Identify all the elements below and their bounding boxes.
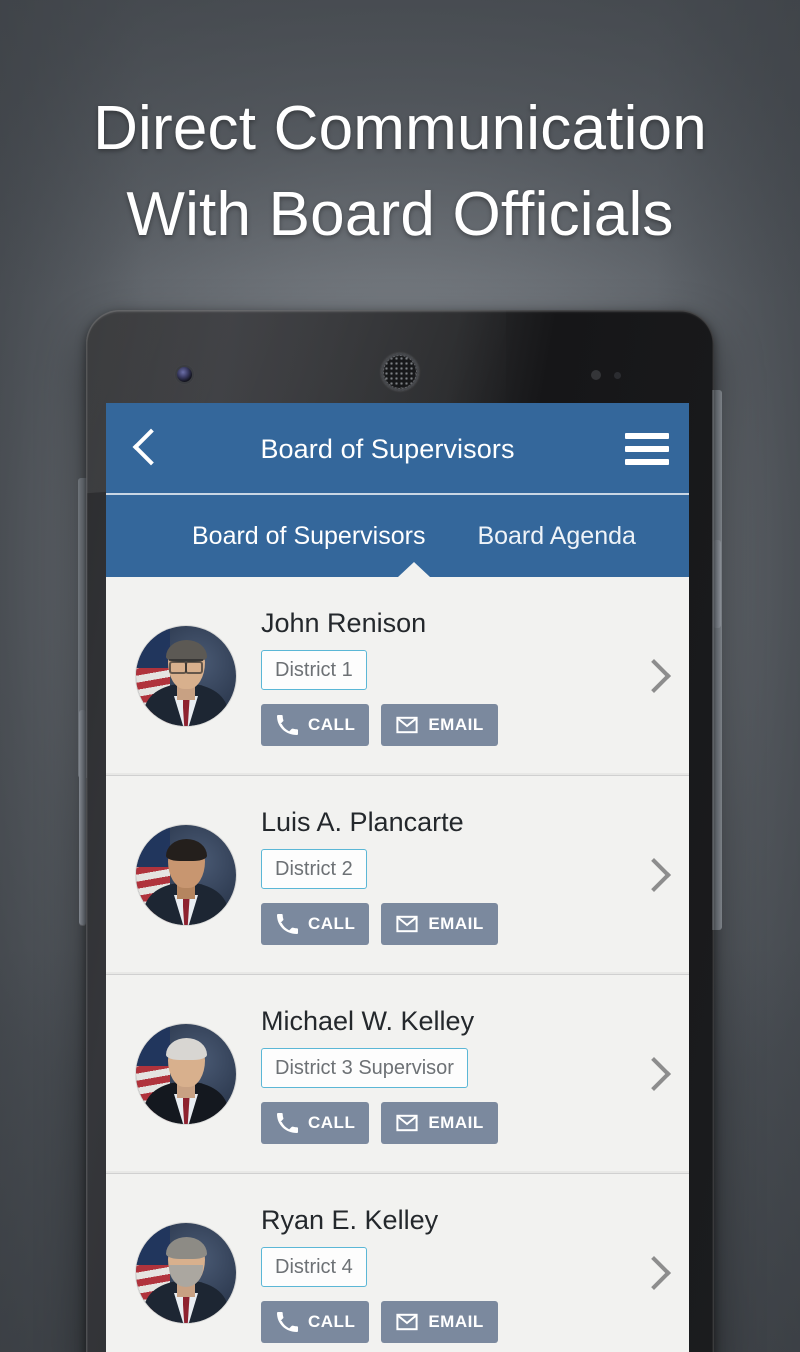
envelope-icon (396, 1313, 418, 1331)
avatar (136, 626, 236, 726)
tab-board-agenda[interactable]: Board Agenda (471, 522, 641, 551)
phone-icon (277, 914, 298, 934)
table-row[interactable]: Luis A. Plancarte District 2 CALL EMAIL (106, 776, 689, 975)
person-name: Luis A. Plancarte (261, 807, 464, 837)
tab-board-of-supervisors[interactable]: Board of Supervisors (186, 522, 431, 551)
phone-icon (277, 715, 298, 735)
headline-line-2: With Board Officials (126, 180, 674, 249)
call-button[interactable]: CALL (261, 704, 370, 746)
phone-right-rail (712, 390, 722, 930)
email-button-label: EMAIL (428, 914, 484, 933)
row-disclosure-button[interactable] (615, 1057, 689, 1091)
headline-line-1: Direct Communication (93, 94, 707, 163)
table-row[interactable]: Michael W. Kelley District 3 Supervisor … (106, 975, 689, 1174)
hamburger-menu-icon-bar-3 (625, 459, 669, 465)
app-bar: Board of Supervisors (106, 403, 689, 495)
tab-bar: Board of Supervisors Board Agenda (106, 495, 689, 577)
table-row[interactable]: John Renison District 1 CALL EMAIL (106, 577, 689, 776)
row-content: Luis A. Plancarte District 2 CALL EMAIL (236, 805, 615, 945)
email-button[interactable]: EMAIL (381, 1102, 498, 1144)
phone-screen: Board of Supervisors Board of Supervisor… (106, 403, 689, 1352)
status-badge: District 3 Supervisor (261, 1048, 468, 1088)
front-camera-icon (177, 367, 192, 382)
phone-icon (277, 1312, 298, 1332)
avatar (136, 1024, 236, 1124)
row-actions: CALL EMAIL (261, 1102, 607, 1144)
status-badge: District 2 (261, 849, 367, 889)
back-button[interactable] (106, 403, 180, 495)
row-actions: CALL EMAIL (261, 704, 607, 746)
hamburger-menu-icon-bar-1 (625, 433, 669, 439)
person-name: John Renison (261, 608, 427, 638)
status-badge: District 1 (261, 650, 367, 690)
email-button-label: EMAIL (428, 1113, 484, 1132)
person-name: Ryan E. Kelley (261, 1205, 439, 1235)
status-badge: District 4 (261, 1247, 367, 1287)
email-button[interactable]: EMAIL (381, 704, 498, 746)
earpiece-speaker-icon (381, 353, 419, 391)
hamburger-menu-button[interactable] (605, 403, 689, 495)
row-content: John Renison District 1 CALL EMAIL (236, 606, 615, 746)
envelope-icon (396, 1114, 418, 1132)
promo-headline: Direct Communication With Board Official… (0, 86, 800, 258)
call-button[interactable]: CALL (261, 1301, 370, 1343)
page-title: Board of Supervisors (260, 433, 515, 464)
row-content: Ryan E. Kelley District 4 CALL EMAIL (236, 1203, 615, 1343)
supervisors-list: John Renison District 1 CALL EMAIL Luis … (106, 577, 689, 1352)
call-button-label: CALL (308, 914, 356, 933)
row-disclosure-button[interactable] (615, 858, 689, 892)
call-button[interactable]: CALL (261, 1102, 370, 1144)
power-button[interactable] (713, 540, 721, 628)
active-tab-indicator (398, 562, 430, 577)
email-button-label: EMAIL (428, 715, 484, 734)
row-actions: CALL EMAIL (261, 1301, 607, 1343)
chevron-right-icon (642, 858, 662, 892)
chevron-left-icon (132, 430, 154, 468)
row-content: Michael W. Kelley District 3 Supervisor … (236, 1004, 615, 1144)
speaker-mesh (384, 356, 416, 388)
row-actions: CALL EMAIL (261, 903, 607, 945)
phone-icon (277, 1113, 298, 1133)
hamburger-menu-icon-bar-2 (625, 446, 669, 452)
volume-rocker-button[interactable] (79, 710, 86, 925)
chevron-right-icon (642, 1256, 662, 1290)
phone-left-rail (78, 478, 87, 925)
email-button-label: EMAIL (428, 1312, 484, 1331)
row-disclosure-button[interactable] (615, 659, 689, 693)
avatar (136, 825, 236, 925)
call-button[interactable]: CALL (261, 903, 370, 945)
table-row[interactable]: Ryan E. Kelley District 4 CALL EMAIL (106, 1174, 689, 1352)
envelope-icon (396, 915, 418, 933)
chevron-right-icon (642, 1057, 662, 1091)
proximity-sensor-icon (591, 370, 601, 380)
chevron-right-icon (642, 659, 662, 693)
call-button-label: CALL (308, 1113, 356, 1132)
email-button[interactable]: EMAIL (381, 1301, 498, 1343)
call-button-label: CALL (308, 1312, 356, 1331)
light-sensor-icon (614, 372, 621, 379)
promo-screenshot: Direct Communication With Board Official… (0, 0, 800, 1352)
email-button[interactable]: EMAIL (381, 903, 498, 945)
phone-mockup: Board of Supervisors Board of Supervisor… (78, 310, 722, 1352)
call-button-label: CALL (308, 715, 356, 734)
avatar (136, 1223, 236, 1323)
person-name: Michael W. Kelley (261, 1006, 475, 1036)
row-disclosure-button[interactable] (615, 1256, 689, 1290)
envelope-icon (396, 716, 418, 734)
